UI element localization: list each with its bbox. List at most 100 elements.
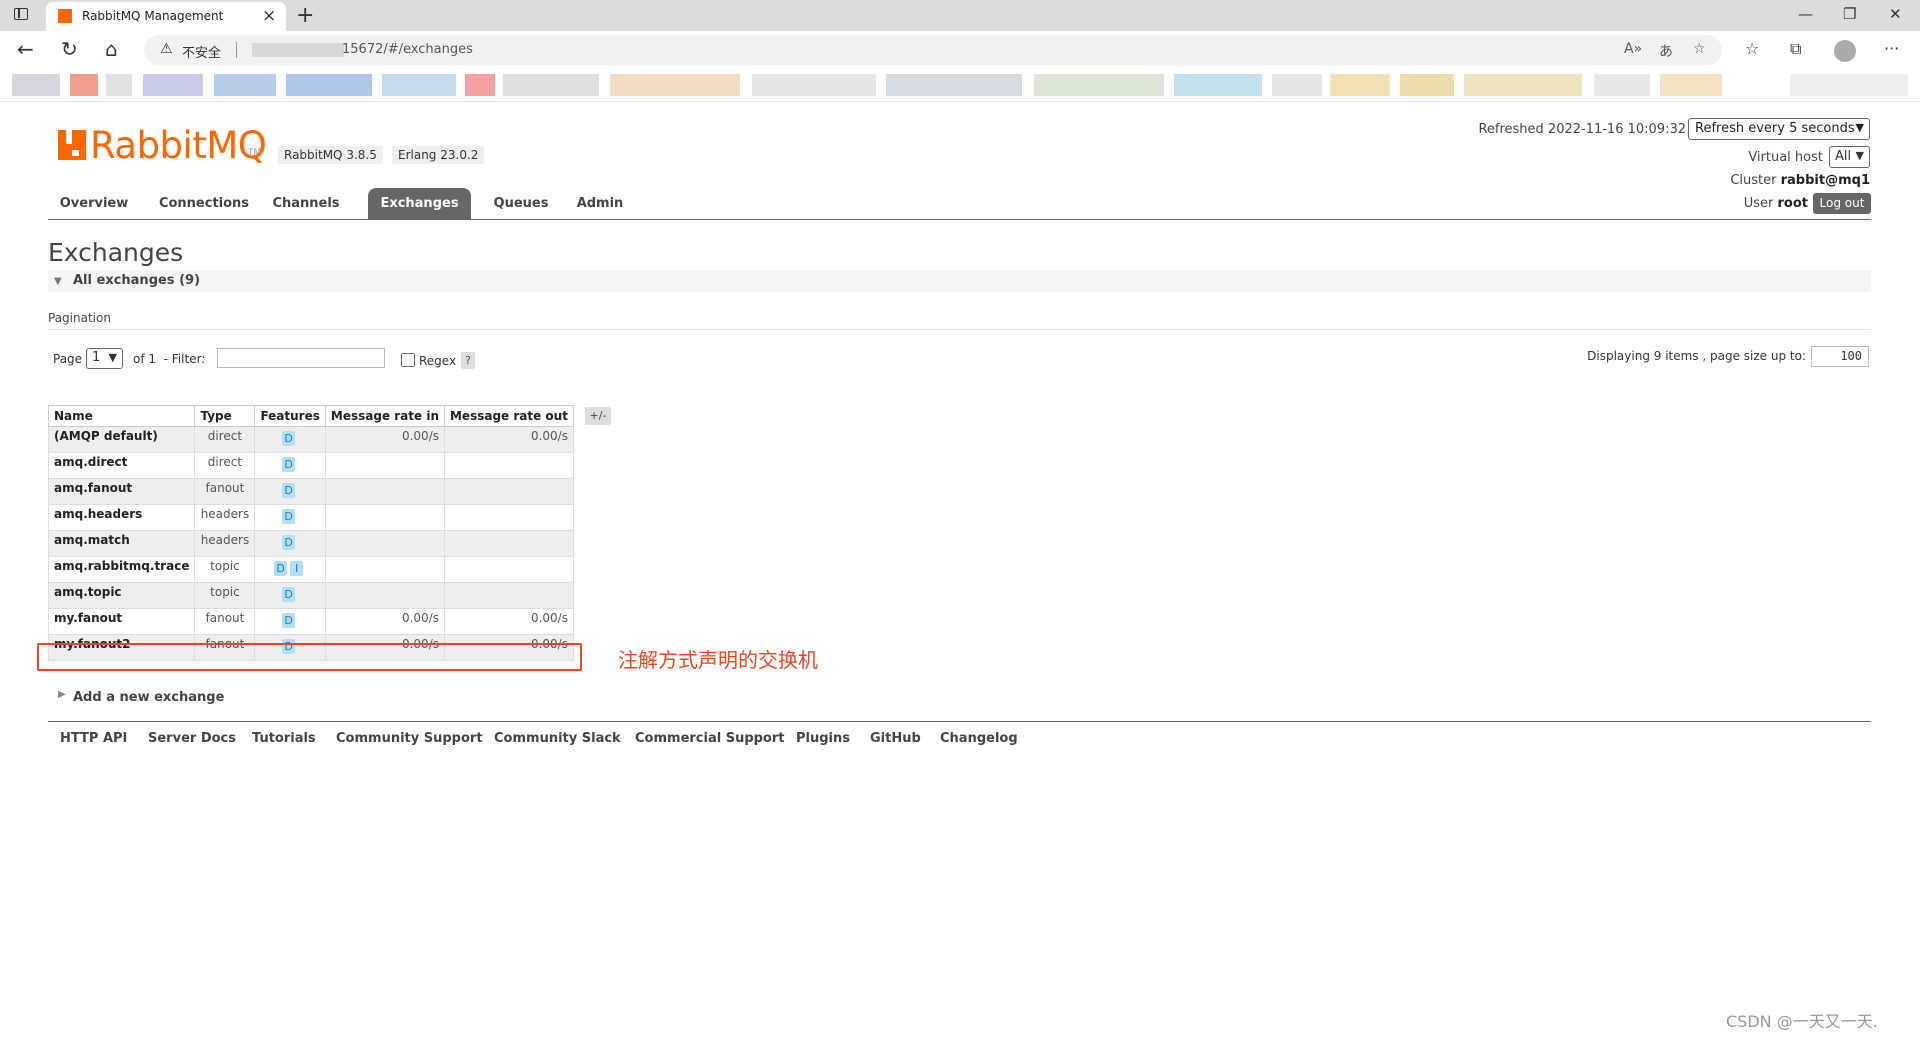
bookmark-item[interactable] xyxy=(214,74,276,96)
footer-link-plugins[interactable]: Plugins xyxy=(796,731,850,746)
exchange-name-link[interactable]: amq.direct xyxy=(47,452,196,479)
collections-icon[interactable]: ⧉ xyxy=(1790,39,1801,59)
bookmark-item[interactable] xyxy=(70,74,98,96)
home-icon[interactable]: ⌂ xyxy=(105,37,118,61)
bookmark-item[interactable] xyxy=(886,74,1022,96)
profile-avatar[interactable] xyxy=(1834,40,1856,62)
bookmark-item[interactable] xyxy=(106,74,132,96)
close-tab-icon[interactable]: × xyxy=(262,6,276,26)
footer-link-tutorials[interactable]: Tutorials xyxy=(252,731,316,746)
bookmark-item[interactable] xyxy=(752,74,876,96)
exchange-name-link[interactable]: amq.rabbitmq.trace xyxy=(47,556,196,583)
tab-connections[interactable]: Connections xyxy=(156,188,252,219)
bookmark-item[interactable] xyxy=(1464,74,1582,96)
page-select[interactable]: 1 ▼ xyxy=(86,348,123,369)
exchange-name-link[interactable]: (AMQP default) xyxy=(47,426,196,453)
footer-link-commercial-support[interactable]: Commercial Support xyxy=(635,731,785,746)
table-row[interactable]: amq.match headers D xyxy=(47,530,574,557)
url-text[interactable]: 15672/#/exchanges xyxy=(342,42,473,57)
column-header-type[interactable]: Type xyxy=(194,405,256,427)
footer-link-changelog[interactable]: Changelog xyxy=(940,731,1018,746)
tab-actions-icon[interactable] xyxy=(14,8,28,20)
column-header-name[interactable]: Name xyxy=(47,405,196,427)
regex-checkbox[interactable] xyxy=(401,353,415,367)
bookmark-item[interactable] xyxy=(465,74,495,96)
chevron-down-icon: ▼ xyxy=(108,351,117,364)
restore-icon[interactable]: ❐ xyxy=(1843,5,1856,23)
back-icon[interactable]: ← xyxy=(17,37,34,61)
bookmark-item[interactable] xyxy=(1034,74,1164,96)
tab-queues[interactable]: Queues xyxy=(488,188,554,219)
footer-link-http-api[interactable]: HTTP API xyxy=(60,731,127,746)
bookmark-item[interactable] xyxy=(1174,74,1262,96)
tab-channels[interactable]: Channels xyxy=(268,188,344,219)
footer-link-community-slack[interactable]: Community Slack xyxy=(494,731,621,746)
exchange-name-link[interactable]: my.fanout xyxy=(47,608,196,635)
bookmark-item[interactable] xyxy=(503,74,599,96)
security-label[interactable]: 不安全 xyxy=(182,42,221,61)
column-header-rate-out[interactable]: Message rate out xyxy=(443,405,574,427)
refresh-interval-select[interactable]: Refresh every 5 seconds ▼ xyxy=(1688,118,1870,140)
exchange-name-link[interactable]: amq.headers xyxy=(47,504,196,531)
exchange-name-link[interactable]: amq.fanout xyxy=(47,478,196,505)
bookmark-item[interactable] xyxy=(1594,74,1650,96)
column-header-features: Features xyxy=(254,405,326,427)
tab-overview[interactable]: Overview xyxy=(48,188,140,219)
new-tab-icon[interactable]: + xyxy=(296,3,314,28)
bookmark-item[interactable] xyxy=(1272,74,1322,96)
reload-icon[interactable]: ↻ xyxy=(61,37,78,61)
toggle-columns-button[interactable]: +/- xyxy=(585,407,611,425)
bookmark-item[interactable] xyxy=(1400,74,1454,96)
address-bar[interactable]: ⚠ 不安全 15672/#/exchanges A» あ ☆ xyxy=(144,35,1722,65)
table-row[interactable]: amq.rabbitmq.trace topic D I xyxy=(47,556,574,583)
close-window-icon[interactable]: ✕ xyxy=(1889,5,1902,23)
bookmark-item[interactable] xyxy=(1660,74,1722,96)
display-count-label: Displaying 9 items , page size up to: xyxy=(1587,349,1806,363)
regex-label[interactable]: Regex xyxy=(419,354,456,368)
footer-link-community-support[interactable]: Community Support xyxy=(336,731,483,746)
bookmark-item[interactable] xyxy=(12,74,60,96)
table-row[interactable]: my.fanout fanout D 0.00/s 0.00/s xyxy=(47,608,574,635)
table-row[interactable]: amq.direct direct D xyxy=(47,452,574,479)
bookmark-item[interactable] xyxy=(143,74,203,96)
virtual-host-select[interactable]: All ▼ xyxy=(1829,146,1870,168)
minimize-icon[interactable]: — xyxy=(1798,5,1813,23)
message-rate-in: 0.00/s xyxy=(324,426,445,453)
favorites-icon[interactable]: ☆ xyxy=(1745,39,1759,58)
exchange-features: DI xyxy=(254,556,326,583)
exchange-name-link[interactable]: amq.topic xyxy=(47,582,196,609)
exchange-features: D xyxy=(254,426,326,453)
bookmark-item[interactable] xyxy=(1330,74,1390,96)
bookmark-item[interactable] xyxy=(1790,74,1908,96)
table-row[interactable]: amq.topic topic D xyxy=(47,582,574,609)
table-row[interactable]: amq.headers headers D xyxy=(47,504,574,531)
feature-badge: D xyxy=(282,431,296,446)
bookmark-item[interactable] xyxy=(382,74,456,96)
help-button[interactable]: ? xyxy=(461,352,475,369)
all-exchanges-section-toggle[interactable]: ▼ All exchanges (9) xyxy=(48,270,1871,292)
add-exchange-toggle[interactable]: Add a new exchange xyxy=(73,690,224,705)
filter-input[interactable] xyxy=(217,348,385,368)
footer-link-github[interactable]: GitHub xyxy=(870,731,921,746)
exchange-name-link[interactable]: amq.match xyxy=(47,530,196,557)
bookmark-item[interactable] xyxy=(610,74,740,96)
logout-button[interactable]: Log out xyxy=(1813,193,1871,214)
read-aloud-icon[interactable]: A» xyxy=(1624,41,1642,57)
footer-link-server-docs[interactable]: Server Docs xyxy=(148,731,236,746)
page-size-input[interactable]: 100 xyxy=(1811,346,1869,367)
more-menu-icon[interactable]: ··· xyxy=(1884,39,1899,58)
translate-icon[interactable]: あ xyxy=(1659,41,1673,61)
table-row[interactable]: amq.fanout fanout D xyxy=(47,478,574,505)
warning-icon[interactable]: ⚠ xyxy=(160,41,173,57)
column-header-rate-in[interactable]: Message rate in xyxy=(324,405,445,427)
tab-exchanges[interactable]: Exchanges xyxy=(368,188,471,219)
message-rate-out: 0.00/s xyxy=(443,426,574,453)
table-row[interactable]: (AMQP default) direct D 0.00/s 0.00/s xyxy=(47,426,574,453)
bookmark-item[interactable] xyxy=(286,74,372,96)
message-rate-in xyxy=(324,530,445,557)
browser-tab[interactable]: RabbitMQ Management × xyxy=(46,2,286,31)
favorite-star-icon[interactable]: ☆ xyxy=(1693,41,1706,57)
page-title: Exchanges xyxy=(48,238,184,267)
rabbitmq-version: RabbitMQ 3.8.5 xyxy=(278,146,383,164)
tab-admin[interactable]: Admin xyxy=(570,188,630,219)
